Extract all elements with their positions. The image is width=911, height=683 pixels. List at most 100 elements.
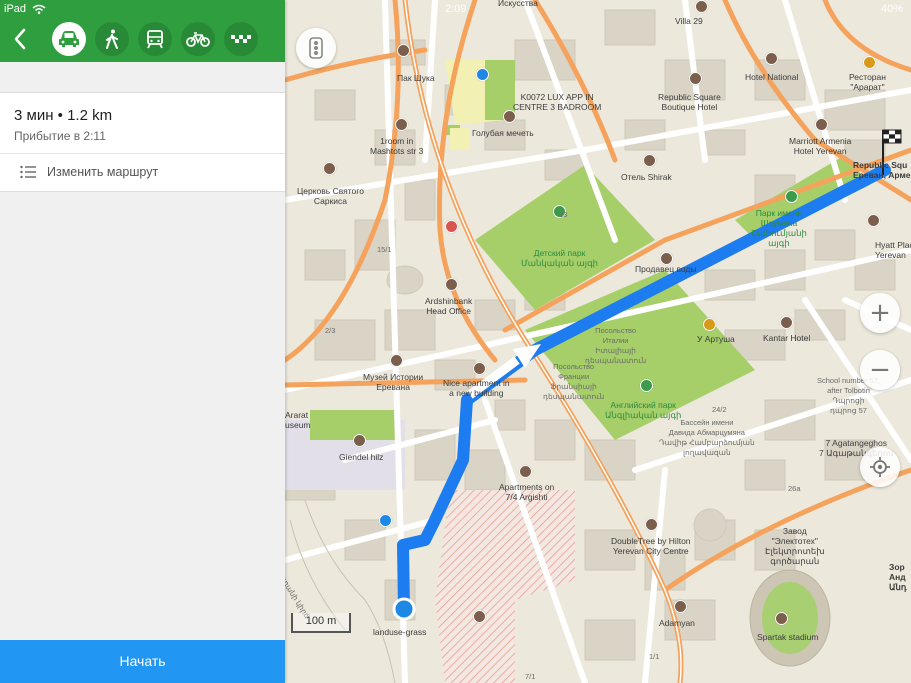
taxi-icon	[231, 35, 251, 43]
mode-taxi-button[interactable]	[224, 22, 258, 56]
hotel-icon[interactable]	[765, 52, 778, 65]
map-label: 2/3	[325, 326, 336, 335]
tram-icon	[147, 30, 163, 49]
map-label: Nice apartment in a new building	[443, 378, 510, 398]
list-icon	[20, 165, 36, 179]
car-icon	[59, 31, 79, 47]
adamyan-icon[interactable]	[674, 600, 687, 613]
map-label: Kantar Hotel	[763, 333, 811, 343]
map-label: Английский парк Անգլիական այգի	[605, 400, 682, 420]
map-label: Spartak stadium	[757, 632, 819, 642]
map-label: У Артуша	[697, 334, 735, 344]
change-route-label: Изменить маршрут	[47, 165, 159, 179]
map-label: Церковь Святого Саркиса	[297, 186, 364, 206]
map-label: Marriott Armenia Hotel Yerevan	[789, 136, 852, 156]
hotel-icon[interactable]	[695, 0, 708, 13]
map-label: 7/1	[525, 672, 536, 681]
bike-icon	[186, 32, 210, 47]
traffic-light-icon	[309, 37, 323, 59]
map-scale: 100 m	[291, 613, 351, 633]
hotel-icon[interactable]	[815, 118, 828, 131]
map-label: Детский парк Մանկական այգի	[521, 248, 599, 268]
route-panel: 3 мин • 1.2 km Прибытие в 2:11 Изменить …	[0, 0, 285, 683]
crosshair-icon	[870, 457, 890, 477]
apartments-icon[interactable]	[519, 465, 532, 478]
map-label: Продавец воды	[635, 264, 697, 274]
map-label: Ararat useum	[285, 410, 311, 430]
church-icon[interactable]	[323, 162, 336, 175]
stadium-icon[interactable]	[775, 612, 788, 625]
change-route-button[interactable]: Изменить маршрут	[0, 154, 285, 192]
start-button[interactable]: Начать	[0, 640, 285, 683]
map-label: DoubleTree by Hilton Yerevan City Centre	[611, 536, 691, 556]
mode-walk-button[interactable]	[95, 22, 129, 56]
map-label: Republic Squ Ереван, Армен	[853, 160, 911, 180]
map-label: Посольство Франции Ֆրանսիայի դեսպանատուն	[543, 362, 605, 401]
map-label: K0072 LUX APP IN CENTRE 3 BADROOM	[513, 92, 602, 112]
map-label: Apartments on 7/4 Argishti	[499, 482, 555, 502]
my-location-button[interactable]	[860, 447, 900, 487]
map-label: Republic Square Boutique Hotel	[658, 92, 721, 112]
map-label: Villa 29	[675, 16, 703, 26]
zoom-in-button[interactable]: +	[860, 293, 900, 333]
map-label: Ardshinbank Head Office	[425, 296, 473, 316]
map-label: Hyatt Plac Yerevan	[875, 240, 911, 260]
hotel-icon[interactable]	[643, 154, 656, 167]
walk-icon	[106, 29, 118, 49]
park-shaumyan-icon[interactable]	[785, 190, 798, 203]
origin-marker	[392, 597, 416, 621]
map-label: 13	[559, 210, 568, 219]
bank-icon[interactable]	[445, 278, 458, 291]
kantar-hotel-icon[interactable]	[780, 316, 793, 329]
minus-icon: −	[869, 355, 891, 385]
arrival-time: Прибытие в 2:11	[14, 129, 106, 143]
map-label: Giendel hilz	[339, 452, 384, 462]
restaurant-icon[interactable]	[863, 56, 876, 69]
back-arrow-icon	[14, 28, 26, 50]
mode-bike-button[interactable]	[181, 22, 215, 56]
map-label: 26a	[788, 484, 801, 493]
route-eta: 3 мин • 1.2 km	[14, 107, 113, 124]
bus-stop-icon[interactable]	[476, 68, 489, 81]
map-label: 1/1	[649, 652, 660, 661]
map-label: Голубая мечеть	[472, 128, 534, 138]
restaurant-icon[interactable]	[703, 318, 716, 331]
mode-car-button[interactable]	[52, 22, 86, 56]
back-button[interactable]	[8, 24, 32, 52]
apartment-icon[interactable]	[473, 362, 486, 375]
plus-icon: +	[869, 298, 891, 328]
map-label: Бассейн имени Давида Абмарцумяна Դավիթ Հ…	[659, 418, 755, 457]
map-label: landuse-grass	[373, 627, 427, 637]
map-label: 15/1	[377, 245, 392, 254]
map-label: Hotel National	[745, 72, 799, 82]
map-label: Парк имени Шаумяна Շահումյանի այգի	[751, 208, 807, 248]
map-label: Музей Истории Еревана	[363, 372, 424, 392]
map-label: Пак Шука	[397, 73, 435, 83]
angliysky-park-icon[interactable]	[640, 379, 653, 392]
map-label: Adamyan	[659, 618, 695, 628]
poi-icon[interactable]	[397, 44, 410, 57]
hotel-icon[interactable]	[867, 214, 880, 227]
transport-mode-bar	[0, 0, 285, 62]
zoom-out-button[interactable]: −	[860, 350, 900, 390]
traffic-button[interactable]	[296, 28, 336, 68]
doubletree-icon[interactable]	[645, 518, 658, 531]
map-label: Искусства	[498, 0, 538, 8]
map-label: Отель Shirak	[621, 172, 672, 182]
map-label: 1room in Mashtots str 3	[370, 136, 424, 156]
pharmacy-icon[interactable]	[445, 220, 458, 233]
map-label: Завод "Электотех" Էլեկտրոտեխ գործարան	[765, 526, 825, 566]
hotel-icon[interactable]	[689, 72, 702, 85]
mode-transit-button[interactable]	[138, 22, 172, 56]
giendel-icon[interactable]	[353, 434, 366, 447]
museum-icon[interactable]	[390, 354, 403, 367]
water-icon[interactable]	[379, 514, 392, 527]
poi-icon[interactable]	[473, 610, 486, 623]
map-label: Ресторан "Арарат"	[849, 72, 886, 92]
hotel-icon[interactable]	[395, 118, 408, 131]
map-label: 24/2	[712, 405, 727, 414]
map-label: Посольство Италии Իտալիայի դեսպանատուն	[585, 326, 647, 365]
route-summary-card[interactable]: 3 мин • 1.2 km Прибытие в 2:11 Изменить …	[0, 92, 285, 192]
map-label: Зор Анд Անդ	[889, 562, 907, 592]
map-view[interactable]: Пак Шука K0072 LUX APP IN CENTRE 3 BADRO…	[269, 0, 911, 683]
